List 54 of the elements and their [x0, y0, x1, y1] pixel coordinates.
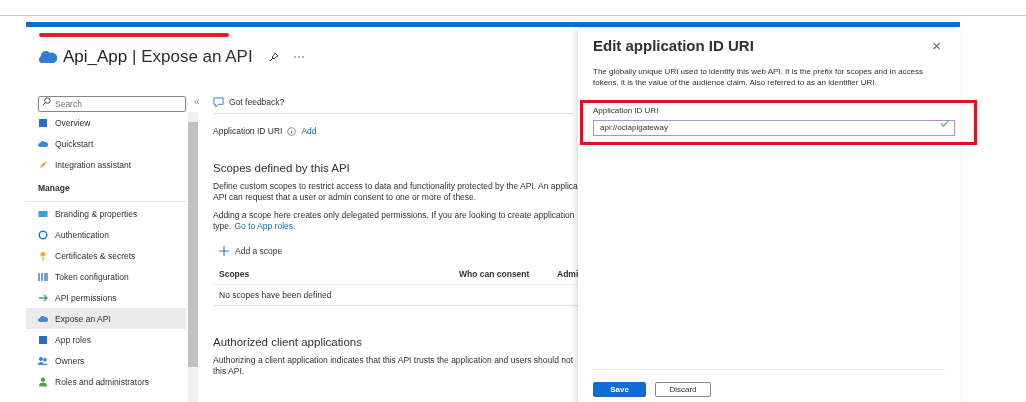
people-icon — [38, 355, 48, 366]
nav-section-header: Manage — [26, 175, 186, 202]
column-header: Admi — [557, 269, 579, 279]
uri-input-field[interactable]: api://ociapigateway — [593, 119, 955, 136]
feedback-icon — [213, 96, 224, 108]
nav-item[interactable]: Roles and administrators — [26, 371, 186, 392]
nav-item[interactable]: Integration assistant — [26, 154, 186, 175]
page-title: Api_App | Expose an API — [63, 47, 253, 67]
add-scope-button[interactable]: Add a scope — [219, 244, 283, 258]
description-text: Authorizing a client application indicates that this API trusts the application and users should not this API. — [213, 355, 575, 377]
plus-icon — [219, 246, 229, 256]
more-icon[interactable] — [292, 55, 305, 59]
section-title: Authorized client applications — [213, 336, 363, 348]
description-text: Define custom scopes to restrict access to data and functionality protected by the API. An applica API can request that a user or admin consent to one or more of these. — [213, 181, 579, 203]
nav-item[interactable]: API permissions — [26, 287, 186, 308]
save-button[interactable]: Save — [593, 381, 646, 397]
nav-item[interactable]: Certificates & secrets — [26, 245, 186, 266]
arrow-icon — [38, 292, 48, 303]
nav-item[interactable]: App roles — [26, 329, 186, 350]
column-header: Who can consent — [459, 269, 531, 279]
bars-icon — [38, 271, 48, 282]
nav-item[interactable]: Owners — [26, 350, 186, 371]
nav-item[interactable]: Expose an API — [26, 308, 186, 329]
cloud-icon — [37, 50, 57, 64]
add-link[interactable]: Add — [301, 126, 317, 136]
grid-icon — [38, 334, 48, 345]
collapse-button[interactable]: « — [194, 95, 200, 107]
nav-item[interactable]: Token configuration — [26, 266, 186, 287]
field-label: Application ID URI — [593, 106, 660, 115]
discard-button[interactable]: Discard — [655, 381, 711, 397]
column-header: Scopes — [219, 269, 251, 279]
nav-item[interactable]: Overview — [26, 112, 186, 133]
search-field[interactable]: Search — [38, 96, 186, 112]
cloud-icon — [38, 313, 48, 324]
feedback-button[interactable]: Got feedback? — [213, 93, 573, 114]
field-label: Application ID URI — [213, 126, 283, 136]
key-icon — [38, 250, 48, 261]
info-icon — [287, 126, 297, 136]
nav-item[interactable]: Quickstart — [26, 133, 186, 154]
search-icon — [42, 97, 51, 106]
pin-icon[interactable] — [268, 52, 279, 62]
section-title: Scopes defined by this API — [213, 162, 351, 174]
person-icon — [38, 376, 48, 387]
cloud-icon — [38, 138, 48, 149]
scrollbar[interactable] — [188, 112, 198, 402]
description-text: The globally unique URI used to identify this web API. It is the prefix for scopes and in access tokens, it is the value of the audience claim. Also referred to as an identifier URI. — [593, 66, 924, 88]
nav-item[interactable]: Authentication — [26, 224, 186, 245]
nav-item[interactable]: Branding & properties — [26, 203, 186, 224]
close-button[interactable]: × — [932, 36, 941, 54]
card-icon — [38, 208, 48, 219]
grid-icon — [38, 117, 48, 128]
app-roles-link[interactable]: Go to App roles. — [234, 221, 296, 231]
panel-title: Edit application ID URI — [593, 36, 754, 54]
table-cell: No scopes have been defined — [219, 290, 332, 300]
